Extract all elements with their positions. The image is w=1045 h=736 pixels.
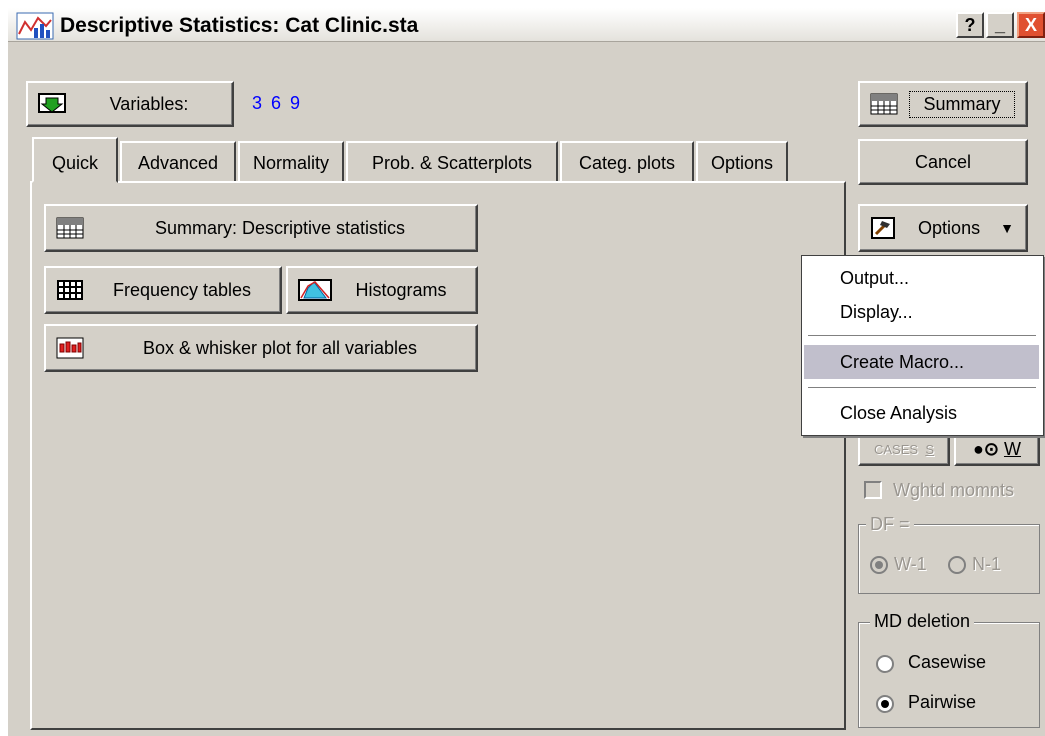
df-w1-label: W-1 xyxy=(894,554,927,574)
menu-item-output[interactable]: Output... xyxy=(804,261,1039,295)
weight-key: W xyxy=(1003,438,1021,459)
cases-label: CASES S xyxy=(874,441,934,457)
tab-options[interactable]: Options xyxy=(696,141,788,181)
options-dropdown-menu: Output... Display... Create Macro... Clo… xyxy=(801,255,1044,436)
cases-key: S xyxy=(925,441,934,457)
close-button[interactable]: X xyxy=(1017,12,1045,38)
casewise-radio[interactable] xyxy=(876,655,894,673)
weight-button[interactable]: ●⊙ W xyxy=(954,432,1040,466)
menu-item-close-analysis[interactable]: Close Analysis xyxy=(804,396,1039,430)
tab-quick[interactable]: Quick xyxy=(32,137,118,183)
tab-prob-scatterplots[interactable]: Prob. & Scatterplots xyxy=(346,141,558,181)
df-n1-label: N-1 xyxy=(972,554,1002,574)
minimize-button[interactable]: _ xyxy=(986,12,1014,38)
statistics-app-icon xyxy=(16,12,54,40)
md-deletion-label: MD deletion xyxy=(870,611,975,632)
tab-panel xyxy=(30,181,846,730)
help-button[interactable]: ? xyxy=(956,12,984,38)
box-whisker-button[interactable]: Box & whisker plot for all variables xyxy=(44,324,478,372)
histograms-label: Histograms xyxy=(355,279,447,300)
frequency-tables-button[interactable]: Frequency tables xyxy=(44,266,282,314)
cancel-button[interactable]: Cancel xyxy=(858,139,1028,185)
window-title: Descriptive Statistics: Cat Clinic.sta xyxy=(60,14,419,37)
summary-table-icon xyxy=(56,216,84,240)
histograms-button[interactable]: Histograms xyxy=(286,266,478,314)
wghtd-momnts-checkbox[interactable] xyxy=(864,481,882,499)
cases-button[interactable]: CASES S xyxy=(858,432,950,466)
summary-icon xyxy=(870,92,898,116)
menu-separator xyxy=(808,387,1036,389)
options-menu-button[interactable]: Options ▼ xyxy=(858,204,1028,252)
menu-item-display[interactable]: Display... xyxy=(804,295,1039,329)
menu-item-create-macro[interactable]: Create Macro... xyxy=(804,345,1039,379)
tab-normality[interactable]: Normality xyxy=(238,141,344,181)
box-whisker-label: Box & whisker plot for all variables xyxy=(142,337,418,358)
variables-icon xyxy=(38,92,66,116)
summary-button[interactable]: Summary xyxy=(858,81,1028,127)
weight-label: ●⊙ W xyxy=(956,439,1038,460)
cancel-label: Cancel xyxy=(914,151,972,172)
dropdown-arrow-icon: ▼ xyxy=(1000,220,1014,236)
histogram-icon xyxy=(298,278,332,302)
summary-descriptive-label: Summary: Descriptive statistics xyxy=(154,217,406,238)
weight-icon: ●⊙ xyxy=(973,438,999,459)
options-hammer-icon xyxy=(870,216,898,240)
menu-separator xyxy=(808,335,1036,337)
summary-descriptive-button[interactable]: Summary: Descriptive statistics xyxy=(44,204,478,252)
variables-value: 3 6 9 xyxy=(252,93,303,113)
box-whisker-icon xyxy=(56,336,84,360)
tab-advanced[interactable]: Advanced xyxy=(120,141,236,181)
variables-label: Variables: xyxy=(109,93,189,114)
df-w1-radio[interactable] xyxy=(870,556,888,574)
tab-categ-plots[interactable]: Categ. plots xyxy=(560,141,694,181)
summary-label: Summary xyxy=(909,90,1015,118)
df-group-label: DF = xyxy=(866,514,914,535)
frequency-grid-icon xyxy=(56,278,84,302)
frequency-tables-label: Frequency tables xyxy=(112,279,252,300)
pairwise-label: Pairwise xyxy=(908,692,977,712)
wghtd-momnts-label: Wghtd momnts xyxy=(893,480,1015,500)
variables-button[interactable]: Variables: xyxy=(26,81,234,127)
df-n1-radio[interactable] xyxy=(948,556,966,574)
pairwise-radio[interactable] xyxy=(876,695,894,713)
casewise-label: Casewise xyxy=(908,652,987,672)
options-label: Options xyxy=(918,217,981,238)
